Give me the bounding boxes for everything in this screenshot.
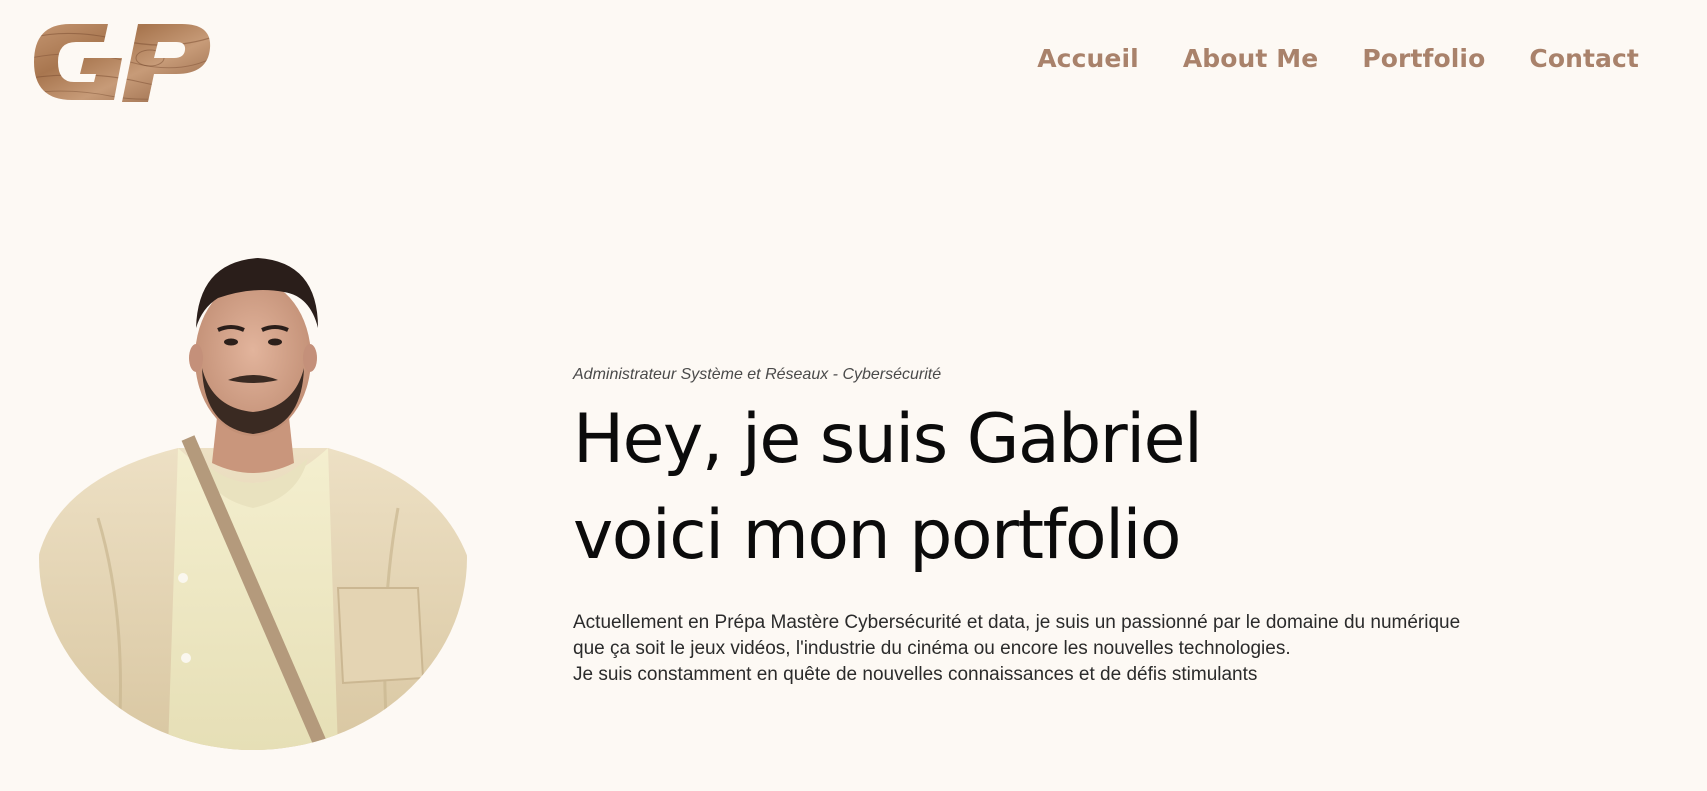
hero-headline-line-1: Hey, je suis Gabriel	[573, 400, 1203, 479]
profile-photo	[38, 258, 468, 750]
main-nav: Accueil About Me Portfolio Contact	[1037, 44, 1639, 73]
hero-section: Administrateur Système et Réseaux - Cybe…	[573, 366, 1573, 688]
hero-intro-line-2: que ça soit le jeux vidéos, l'industrie …	[573, 638, 1291, 659]
nav-contact[interactable]: Contact	[1529, 44, 1639, 73]
site-logo[interactable]	[30, 18, 216, 106]
hero-subtitle: Administrateur Système et Réseaux - Cybe…	[573, 366, 942, 383]
hero-intro: Actuellement en Prépa Mastère Cybersécur…	[573, 610, 1573, 688]
nav-portfolio[interactable]: Portfolio	[1362, 44, 1485, 73]
hero-intro-line-3: Je suis constamment en quête de nouvelle…	[573, 664, 1258, 685]
nav-accueil[interactable]: Accueil	[1037, 44, 1139, 73]
nav-about-me[interactable]: About Me	[1183, 44, 1319, 73]
hero-intro-line-1: Actuellement en Prépa Mastère Cybersécur…	[573, 612, 1461, 633]
hero-headline: Hey, je suis Gabriel voici mon portfolio	[573, 392, 1573, 584]
gp-wood-logo-icon	[34, 24, 211, 102]
person-photo-icon	[39, 258, 467, 750]
page: Accueil About Me Portfolio Contact Admin…	[0, 0, 1707, 791]
hero-headline-line-2: voici mon portfolio	[573, 496, 1182, 575]
